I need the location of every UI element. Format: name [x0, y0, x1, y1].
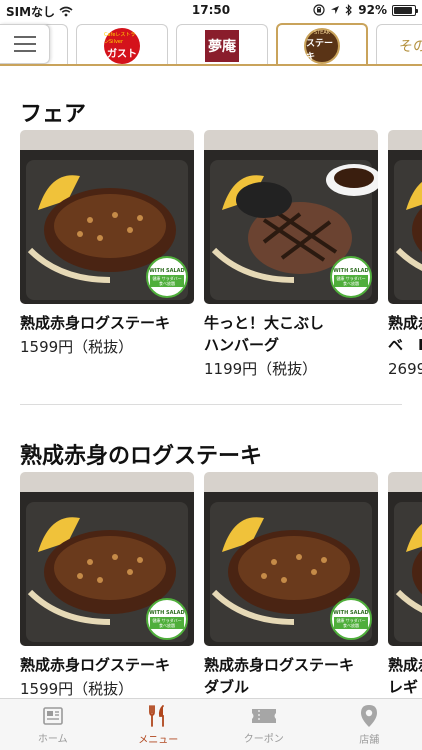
tab-store[interactable]: 店舗 — [317, 699, 422, 750]
section-log-steak-cards[interactable]: WITH SALAD 健康 サラダバー 食べ放題 熟成赤身ログステーキ 1599円（税… — [0, 472, 422, 698]
menu-item-card[interactable]: WITH SALAD 健康 サラダバー 食べ放題 牛っと！大こぶし ハンバーグ 119… — [204, 130, 378, 380]
brand-tab-other[interactable]: その — [376, 24, 422, 64]
hamburger-menu-button[interactable] — [0, 24, 50, 64]
menu-item-card[interactable]: WITH SALAD 健康 サラダバー 食べ放題熟成赤身ログステーキ 1599円（税… — [20, 472, 194, 698]
section-title-fair: フェア — [20, 102, 87, 127]
menu-item-name: 牛っと！大こぶし ハンバーグ — [204, 314, 325, 354]
steak-gusto-logo: STEAK ステーキ — [304, 28, 340, 64]
menu-item-price: 1599円（税抜） — [20, 680, 134, 698]
bluetooth-icon — [345, 4, 353, 16]
map-pin-icon — [361, 704, 378, 727]
menu-item-name: 熟成赤 レギ — [388, 656, 422, 696]
menu-item-image[interactable]: WITH SALAD 健康 サラダバー 食べ放題 — [20, 130, 194, 304]
brand-tab-bar: CafeレストランSilver ガスト 夢庵 STEAK ステーキ その — [0, 20, 422, 66]
tab-store-label: 店舗 — [359, 734, 380, 746]
newspaper-icon — [42, 706, 63, 725]
menu-item-image[interactable] — [388, 130, 422, 304]
salad-badge-bottom: 健康 サラダバー 食べ放題 — [150, 274, 184, 287]
tab-coupon-label: クーポン — [243, 733, 284, 745]
salad-badge: WITH SALAD 健康 サラダバー 食べ放題 — [146, 256, 188, 298]
salad-badge: WITH SALAD 健康 サラダバー 食べ放題 — [330, 598, 372, 640]
gusto-logo: CafeレストランSilver ガスト — [104, 27, 140, 64]
menu-item-name: 熟成赤 ベ I — [388, 314, 422, 354]
salad-badge-bottom: 健康 サラダバー 食べ放題 — [334, 616, 368, 629]
location-arrow-icon — [331, 6, 340, 14]
tab-coupon[interactable]: クーポン — [211, 699, 317, 750]
brand-tab-steak-gusto[interactable]: STEAK ステーキ — [276, 23, 368, 64]
section-title-log-steak: 熟成赤身のログステーキ — [20, 444, 263, 469]
brand-tab-yumean[interactable]: 夢庵 — [176, 24, 268, 64]
section-divider — [20, 404, 402, 405]
menu-item-price: 1199円（税抜） — [204, 360, 318, 378]
tab-home[interactable]: ホーム — [0, 699, 106, 750]
salad-badge-top: WITH SALAD — [333, 267, 369, 274]
tab-menu-label: メニュー — [138, 734, 179, 746]
battery-icon — [392, 4, 418, 16]
status-bar: SIMなし 17:50 92% — [0, 0, 422, 20]
menu-item-price: 2699 — [388, 360, 422, 378]
salad-badge: WITH SALAD 健康 サラダバー 食べ放題 — [330, 256, 372, 298]
tab-home-label: ホーム — [37, 733, 68, 745]
menu-content[interactable]: フェア WITH SALAD 健康 サラダバー 食べ放題 熟成赤身ログステーキ 159… — [0, 68, 422, 698]
ticket-icon — [251, 708, 276, 723]
battery-percent: 92% — [358, 3, 387, 17]
menu-item-name: 熟成赤身ログステーキ — [20, 656, 171, 674]
battery-level — [394, 6, 413, 14]
menu-item-image[interactable]: WITH SALAD 健康 サラダバー 食べ放題 — [204, 472, 378, 646]
salad-badge-top: WITH SALAD — [333, 609, 369, 616]
menu-item-image[interactable]: WITH SALAD 健康 サラダバー 食べ放題 — [20, 472, 194, 646]
menu-item-card[interactable]: WITH SALAD 健康 サラダバー 食べ放題熟成赤身ログステーキ ダブル — [204, 472, 378, 698]
brand-tab-gusto[interactable]: CafeレストランSilver ガスト — [76, 24, 168, 64]
menu-item-card[interactable]: 熟成赤 レギ — [388, 472, 422, 698]
salad-badge-top: WITH SALAD — [149, 609, 185, 616]
status-right: 92% — [313, 3, 418, 17]
menu-item-name: 熟成赤身ログステーキ ダブル — [204, 656, 355, 696]
menu-item-name: 熟成赤身ログステーキ — [20, 314, 171, 332]
menu-item-image[interactable] — [388, 472, 422, 646]
fork-knife-icon — [149, 704, 165, 727]
orientation-lock-icon — [313, 4, 325, 16]
menu-item-card[interactable]: WITH SALAD 健康 サラダバー 食べ放題熟成赤身ログステーキ 1599円（税… — [20, 130, 194, 358]
menu-item-card[interactable]: 熟成赤 ベ I 2699 — [388, 130, 422, 380]
salad-badge: WITH SALAD 健康 サラダバー 食べ放題 — [146, 598, 188, 640]
menu-item-price: 1599円（税抜） — [20, 338, 134, 356]
section-fair-cards[interactable]: WITH SALAD 健康 サラダバー 食べ放題 熟成赤身ログステーキ 1599円（税… — [0, 130, 422, 390]
tab-menu[interactable]: メニュー — [106, 699, 212, 750]
hamburger-icon — [13, 36, 36, 38]
menu-item-image[interactable]: WITH SALAD 健康 サラダバー 食べ放題 — [204, 130, 378, 304]
salad-badge-top: WITH SALAD — [149, 267, 185, 274]
salad-badge-bottom: 健康 サラダバー 食べ放題 — [334, 274, 368, 287]
yumean-logo: 夢庵 — [205, 29, 239, 62]
bottom-tab-bar: ホーム メニュー クーポン 店舗 — [0, 698, 422, 750]
salad-badge-bottom: 健康 サラダバー 食べ放題 — [150, 616, 184, 629]
